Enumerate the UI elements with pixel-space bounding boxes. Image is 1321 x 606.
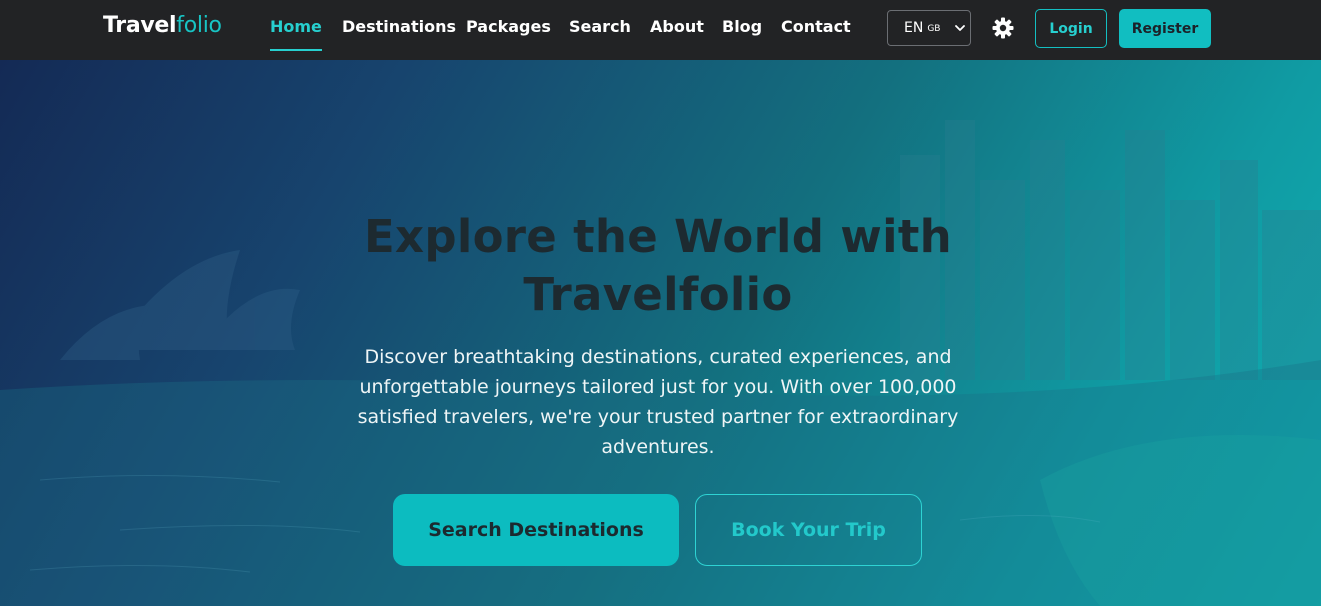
search-destinations-button[interactable]: Search Destinations (393, 494, 679, 566)
settings-gear-icon[interactable] (991, 16, 1015, 40)
nav-destinations[interactable]: Destinations (342, 17, 456, 36)
nav-home[interactable]: Home (270, 17, 322, 51)
hero-description: Discover breathtaking destinations, cura… (357, 346, 959, 458)
hero-title: Explore the World with Travelfolio (363, 210, 953, 321)
language-select[interactable]: EN GB (887, 10, 971, 46)
nav-blog[interactable]: Blog (722, 17, 762, 36)
register-button[interactable]: Register (1119, 9, 1211, 48)
nav-contact[interactable]: Contact (781, 17, 851, 36)
brand-name-accent: folio (176, 13, 222, 38)
book-trip-button[interactable]: Book Your Trip (695, 494, 922, 566)
nav-about[interactable]: About (650, 17, 704, 36)
nav-search[interactable]: Search (569, 17, 631, 36)
language-code: EN (904, 20, 924, 36)
top-navbar: Travelfolio Home Destinations Packages S… (0, 0, 1321, 60)
brand-logo[interactable]: Travelfolio (103, 13, 222, 38)
nav-packages[interactable]: Packages (466, 17, 551, 36)
hero-section: Explore the World with Travelfolio Disco… (0, 60, 1321, 606)
login-button[interactable]: Login (1035, 9, 1107, 48)
chevron-down-icon (955, 25, 965, 31)
brand-name-main: Travel (103, 13, 177, 38)
language-region: GB (927, 24, 941, 34)
